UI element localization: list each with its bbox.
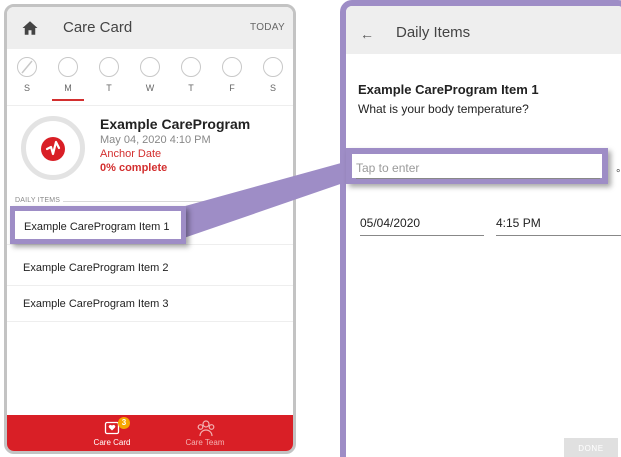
day-progress-ring <box>263 57 283 77</box>
day-label: F <box>229 83 235 93</box>
program-name: Example CareProgram <box>100 116 251 132</box>
day-tuesday[interactable]: T <box>97 55 121 103</box>
nav-care-card[interactable]: 3 Care Card <box>82 415 142 451</box>
anchor-date-label: Anchor Date <box>100 148 162 160</box>
page-title: Care Card <box>63 19 133 36</box>
nav-care-team[interactable]: Care Team <box>175 415 235 451</box>
day-wednesday[interactable]: W <box>138 55 162 103</box>
day-progress-ring <box>140 57 160 77</box>
daily-items-screen: ← Daily Items Example CareProgram Item 1… <box>340 0 621 457</box>
care-program-logo-icon <box>41 137 65 161</box>
day-progress-ring <box>181 57 201 77</box>
completion-status: 0% complete <box>100 162 168 174</box>
nav-care-team-label: Care Team <box>185 438 225 447</box>
daily-item-label: Example CareProgram Item 2 <box>23 262 169 274</box>
care-program-summary[interactable]: Example CareProgram May 04, 2020 4:10 PM… <box>7 105 293 187</box>
day-label: S <box>269 83 276 93</box>
daily-items-app-bar: ← Daily Items <box>346 6 621 54</box>
daily-item-label: Example CareProgram Item 3 <box>23 298 169 310</box>
date-field[interactable]: 05/04/2020 <box>360 216 484 236</box>
day-thursday[interactable]: T <box>179 55 203 103</box>
done-button[interactable]: DONE <box>564 438 618 457</box>
temperature-input[interactable] <box>356 157 600 179</box>
daily-items-title: Daily Items <box>396 24 471 41</box>
day-label: T <box>188 83 194 93</box>
item-question: What is your body temperature? <box>358 102 529 116</box>
program-progress-ring <box>21 116 85 180</box>
day-saturday[interactable]: S <box>261 55 285 103</box>
day-label: W <box>145 83 155 93</box>
temperature-unit: °F <box>616 168 621 180</box>
program-datetime: May 04, 2020 4:10 PM <box>100 134 211 146</box>
care-card-badge: 3 <box>118 417 130 429</box>
home-icon[interactable] <box>21 19 39 37</box>
day-label: S <box>23 83 30 93</box>
daily-item-row[interactable]: Example CareProgram Item 2 <box>7 250 293 286</box>
daily-items-header: DAILY ITEMS <box>15 197 61 204</box>
today-button[interactable]: TODAY <box>250 22 285 33</box>
care-card-app-bar: Care Card TODAY <box>7 7 293 49</box>
daily-item-row[interactable]: Example CareProgram Item 3 <box>7 286 293 322</box>
day-progress-ring <box>222 57 242 77</box>
bottom-navigation: 3 Care Card Care Team <box>7 415 293 451</box>
week-selector: S M T W T F S <box>7 49 293 105</box>
day-progress-ring <box>99 57 119 77</box>
back-arrow-icon[interactable]: ← <box>360 26 374 42</box>
skipped-slash-icon <box>21 60 33 74</box>
highlighted-item-label: Example CareProgram Item 1 <box>24 221 170 233</box>
day-label: M <box>64 83 72 93</box>
section-divider <box>63 201 285 202</box>
day-label: T <box>106 83 112 93</box>
day-monday[interactable]: M <box>52 55 84 103</box>
time-field[interactable]: 4:15 PM <box>496 216 621 236</box>
day-progress-ring <box>58 57 78 77</box>
highlighted-daily-item[interactable]: Example CareProgram Item 1 <box>10 206 186 244</box>
item-title: Example CareProgram Item 1 <box>358 82 539 97</box>
highlighted-temperature-input <box>346 148 608 184</box>
care-team-icon <box>197 420 215 437</box>
selected-day-indicator <box>52 99 84 101</box>
day-sunday[interactable]: S <box>15 55 39 103</box>
day-friday[interactable]: F <box>220 55 244 103</box>
nav-care-card-label: Care Card <box>93 438 131 447</box>
